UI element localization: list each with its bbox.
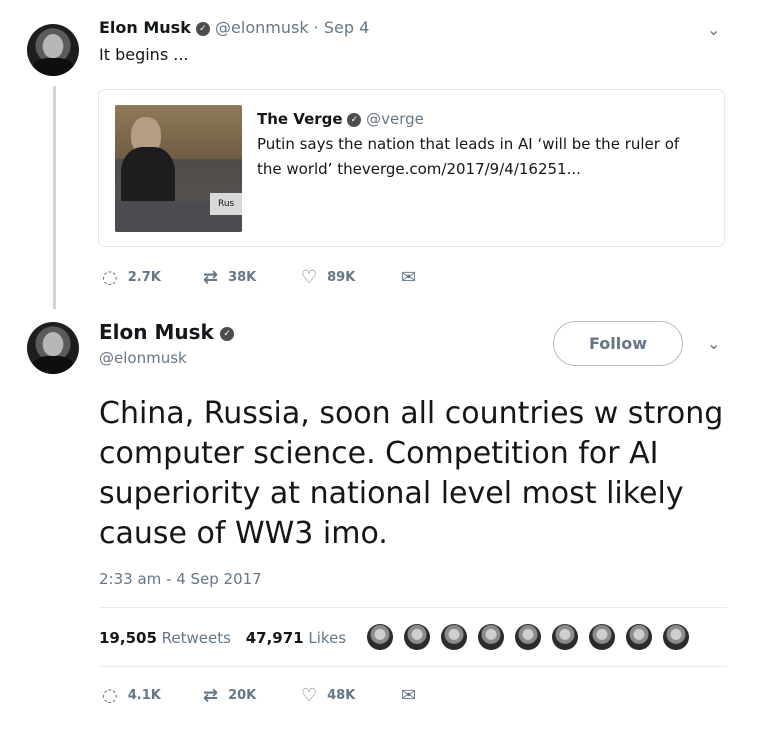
liker-avatar[interactable] — [441, 624, 467, 650]
envelope-icon: ✉ — [401, 685, 417, 706]
quoted-author-name[interactable]: The Verge — [257, 110, 343, 128]
main-author-header: Elon Musk ✓ — [99, 317, 235, 347]
image-person-body — [121, 147, 175, 209]
like-count: 48K — [327, 688, 356, 703]
top-tweet-header: Elon Musk ✓ @elonmusk · Sep 4 — [99, 17, 369, 39]
liker-avatars — [367, 624, 697, 654]
liker-avatar[interactable] — [626, 624, 652, 650]
retweets-count: 19,505 — [99, 629, 157, 647]
verified-badge-icon: ✓ — [347, 112, 362, 127]
verified-badge-icon: ✓ — [220, 326, 235, 341]
main-author-name[interactable]: Elon Musk — [99, 320, 214, 344]
avatar[interactable] — [27, 24, 79, 76]
likes-label: Likes — [308, 629, 347, 647]
quoted-author-handle[interactable]: @verge — [366, 110, 424, 128]
liker-avatar[interactable] — [589, 624, 615, 650]
avatar-suit — [33, 58, 73, 76]
avatar-suit — [33, 356, 73, 374]
envelope-icon: ✉ — [401, 267, 417, 288]
retweet-count: 20K — [228, 688, 257, 703]
like-action[interactable]: ♡ 89K — [301, 267, 355, 288]
reply-count: 2.7K — [127, 270, 161, 285]
liker-avatar[interactable] — [478, 624, 504, 650]
date-separator: · — [313, 18, 319, 37]
avatar-face — [43, 34, 63, 58]
message-action[interactable]: ✉ — [401, 685, 426, 706]
heart-icon: ♡ — [301, 267, 318, 288]
chevron-down-icon[interactable]: ⌄ — [707, 20, 720, 39]
like-action[interactable]: ♡ 48K — [301, 685, 355, 706]
retweet-icon: ⇄ — [203, 267, 219, 288]
quoted-tweet-header: The Verge ✓ @verge — [257, 108, 424, 130]
follow-button[interactable]: Follow — [553, 321, 683, 366]
liker-avatar[interactable] — [367, 624, 393, 650]
image-sign: Rus — [210, 193, 242, 215]
retweet-icon: ⇄ — [203, 685, 219, 706]
reply-action[interactable]: ◌ 2.7K — [102, 267, 161, 288]
like-count: 89K — [327, 270, 356, 285]
retweet-count: 38K — [228, 270, 257, 285]
divider — [99, 666, 727, 667]
message-action[interactable]: ✉ — [401, 267, 426, 288]
avatar-face — [43, 332, 63, 356]
thread-line — [53, 86, 56, 309]
liker-avatar[interactable] — [515, 624, 541, 650]
retweets-label: Retweets — [161, 629, 231, 647]
retweet-action[interactable]: ⇄ 20K — [203, 685, 256, 706]
verified-badge-icon: ✓ — [195, 21, 210, 36]
reply-icon: ◌ — [102, 685, 118, 706]
tweet-date[interactable]: Sep 4 — [324, 18, 369, 37]
liker-avatar[interactable] — [552, 624, 578, 650]
quoted-tweet-text: Putin says the nation that leads in AI ‘… — [257, 135, 680, 178]
tweet-text: It begins ... — [99, 45, 189, 64]
liker-avatar[interactable] — [663, 624, 689, 650]
author-name[interactable]: Elon Musk — [99, 18, 191, 37]
chevron-down-icon[interactable]: ⌄ — [707, 334, 720, 353]
likes-stat[interactable]: 47,971 Likes — [246, 629, 346, 647]
reply-count: 4.1K — [127, 688, 161, 703]
likes-count: 47,971 — [245, 629, 304, 647]
tweet-timestamp[interactable]: 2:33 am - 4 Sep 2017 — [99, 570, 262, 588]
tweet-stats: 19,505 Retweets 47,971 Likes — [99, 628, 346, 648]
retweet-action[interactable]: ⇄ 38K — [203, 267, 256, 288]
main-tweet-text: China, Russia, soon all countries w stro… — [99, 396, 724, 551]
main-author-handle[interactable]: @elonmusk — [99, 349, 187, 367]
quoted-tweet-image[interactable]: Rus — [115, 105, 242, 232]
reply-icon: ◌ — [102, 267, 118, 288]
heart-icon: ♡ — [301, 685, 318, 706]
author-handle[interactable]: @elonmusk — [215, 18, 309, 37]
divider — [99, 607, 727, 608]
liker-avatar[interactable] — [404, 624, 430, 650]
reply-action[interactable]: ◌ 4.1K — [102, 685, 161, 706]
avatar[interactable] — [27, 322, 79, 374]
retweets-stat[interactable]: 19,505 Retweets — [99, 629, 236, 647]
